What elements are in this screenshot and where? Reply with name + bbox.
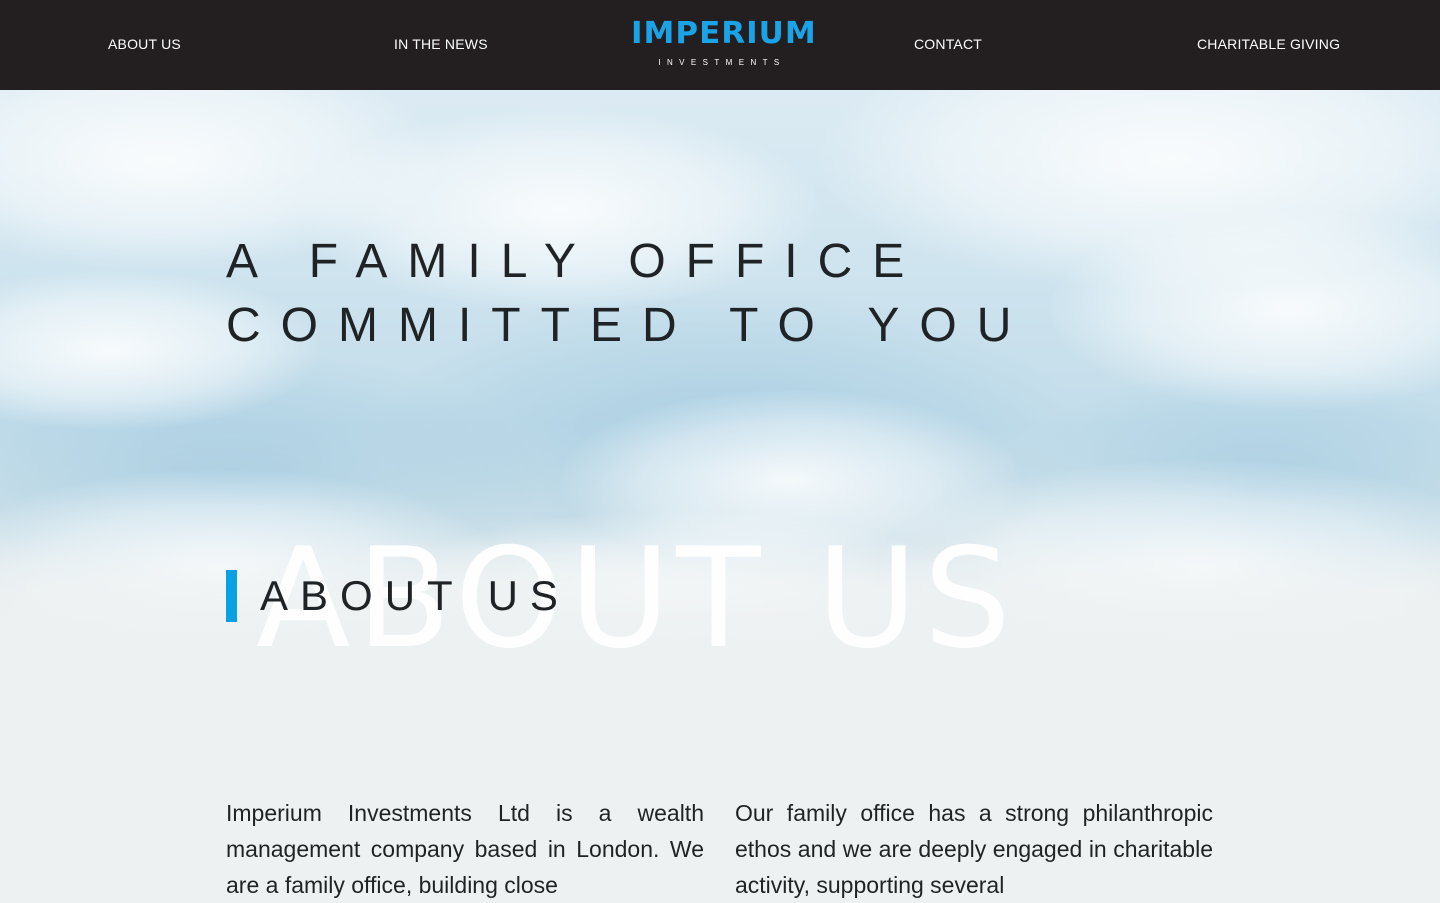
nav-link-about-us[interactable]: ABOUT US xyxy=(108,36,181,52)
nav-link-in-the-news[interactable]: IN THE NEWS xyxy=(394,36,488,52)
section-accent-bar xyxy=(226,570,237,622)
imperium-logo[interactable]: IMPERIUM INVESTMENTS xyxy=(631,15,817,70)
hero-title: A FAMILY OFFICE COMMITTED TO YOU xyxy=(226,230,1031,358)
top-navigation-bar: ABOUT US IN THE NEWS IMPERIUM INVESTMENT… xyxy=(0,0,1440,90)
about-paragraph-left: Imperium Investments Ltd is a wealth man… xyxy=(226,800,704,898)
hero-title-line-1: A FAMILY OFFICE xyxy=(226,235,925,288)
nav-link-charitable-giving[interactable]: CHARITABLE GIVING xyxy=(1197,36,1340,52)
hero-title-line-2: COMMITTED TO YOU xyxy=(226,299,1032,352)
about-section-heading: ABOUT US xyxy=(260,572,570,619)
nav-link-contact[interactable]: CONTACT xyxy=(914,36,982,52)
about-paragraph-right: Our family office has a strong philanthr… xyxy=(735,800,1213,898)
logo-wordmark: IMPERIUM xyxy=(631,15,817,51)
logo-tagline: INVESTMENTS xyxy=(658,58,786,67)
